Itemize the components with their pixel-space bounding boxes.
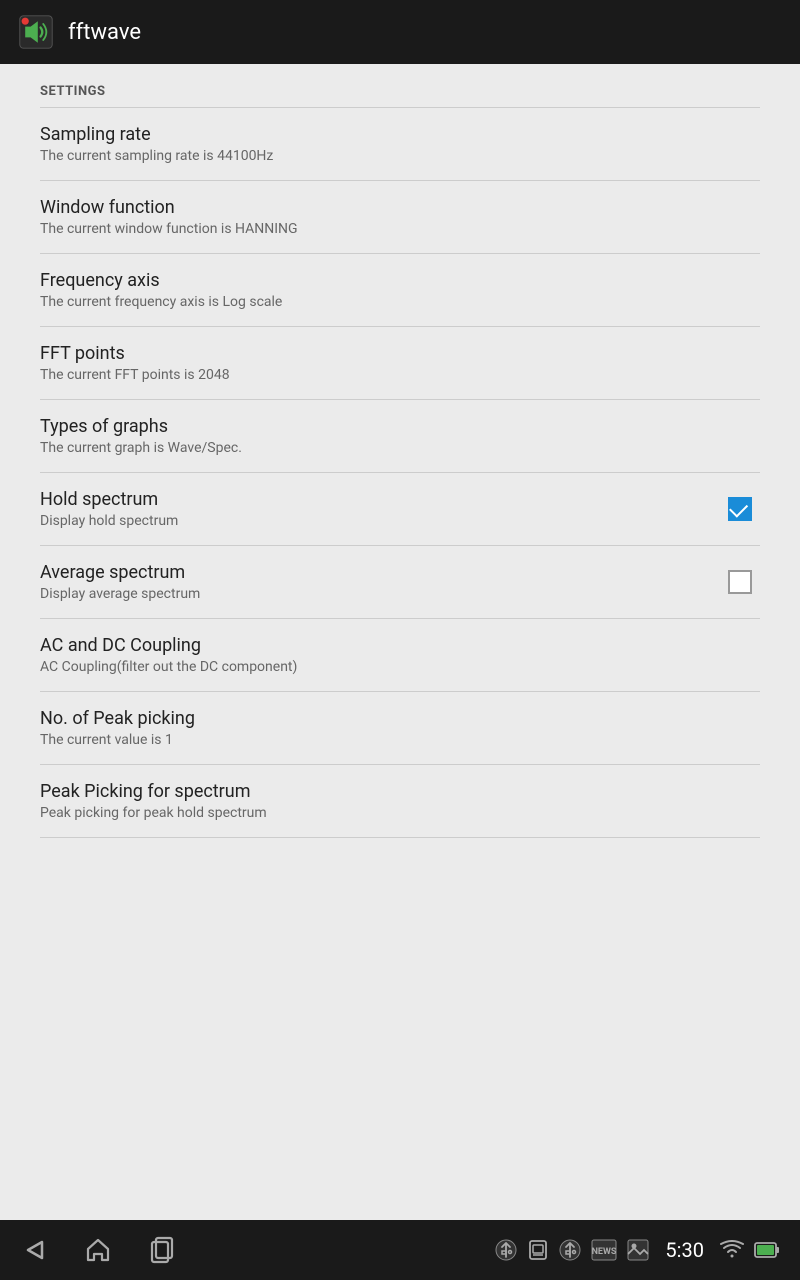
setting-text-frequency-axis: Frequency axis The current frequency axis… <box>40 270 760 310</box>
usb2-icon <box>559 1239 581 1261</box>
settings-header: SETTINGS <box>0 64 800 107</box>
recents-button[interactable] <box>148 1236 176 1264</box>
settings-content: SETTINGS Sampling rate The current sampli… <box>0 64 800 1220</box>
setting-item-average-spectrum[interactable]: Average spectrum Display average spectrum <box>0 546 800 618</box>
setting-title-frequency-axis: Frequency axis <box>40 270 760 291</box>
setting-title-average-spectrum: Average spectrum <box>40 562 720 583</box>
setting-text-ac-dc-coupling: AC and DC Coupling AC Coupling(filter out… <box>40 635 760 675</box>
setting-subtitle-peak-picking-no: The current value is 1 <box>40 732 760 748</box>
setting-title-fft-points: FFT points <box>40 343 760 364</box>
setting-title-peak-picking-spectrum: Peak Picking for spectrum <box>40 781 760 802</box>
news-icon: NEWS <box>591 1239 617 1261</box>
setting-item-window-function[interactable]: Window function The current window functi… <box>0 181 800 253</box>
setting-item-ac-dc-coupling[interactable]: AC and DC Coupling AC Coupling(filter out… <box>0 619 800 691</box>
back-button[interactable] <box>20 1236 48 1264</box>
setting-control-hold-spectrum[interactable] <box>720 489 760 529</box>
setting-item-hold-spectrum[interactable]: Hold spectrum Display hold spectrum <box>0 473 800 545</box>
svg-text:NEWS: NEWS <box>592 1247 617 1257</box>
wifi-icon <box>720 1240 744 1260</box>
checkbox-average-spectrum[interactable] <box>728 570 752 594</box>
setting-subtitle-frequency-axis: The current frequency axis is Log scale <box>40 294 760 310</box>
setting-title-hold-spectrum: Hold spectrum <box>40 489 720 510</box>
app-bar: fftwave <box>0 0 800 64</box>
battery-icon <box>754 1239 780 1261</box>
setting-subtitle-peak-picking-spectrum: Peak picking for peak hold spectrum <box>40 805 760 821</box>
sim-icon <box>527 1239 549 1261</box>
home-button[interactable] <box>84 1236 112 1264</box>
setting-subtitle-fft-points: The current FFT points is 2048 <box>40 367 760 383</box>
setting-item-fft-points[interactable]: FFT points The current FFT points is 2048 <box>0 327 800 399</box>
setting-text-window-function: Window function The current window functi… <box>40 197 760 237</box>
setting-item-sampling-rate[interactable]: Sampling rate The current sampling rate i… <box>0 108 800 180</box>
setting-text-fft-points: FFT points The current FFT points is 2048 <box>40 343 760 383</box>
setting-title-sampling-rate: Sampling rate <box>40 124 760 145</box>
setting-item-types-of-graphs[interactable]: Types of graphs The current graph is Wave… <box>0 400 800 472</box>
setting-subtitle-sampling-rate: The current sampling rate is 44100Hz <box>40 148 760 164</box>
setting-subtitle-types-of-graphs: The current graph is Wave/Spec. <box>40 440 760 456</box>
nav-bar: NEWS 5:30 <box>0 1220 800 1280</box>
checkbox-hold-spectrum[interactable] <box>728 497 752 521</box>
setting-item-peak-picking-no[interactable]: No. of Peak picking The current value is … <box>0 692 800 764</box>
usb-icon <box>495 1239 517 1261</box>
setting-text-peak-picking-spectrum: Peak Picking for spectrum Peak picking fo… <box>40 781 760 821</box>
setting-subtitle-hold-spectrum: Display hold spectrum <box>40 513 720 529</box>
setting-text-types-of-graphs: Types of graphs The current graph is Wave… <box>40 416 760 456</box>
setting-item-frequency-axis[interactable]: Frequency axis The current frequency axis… <box>0 254 800 326</box>
setting-item-peak-picking-spectrum[interactable]: Peak Picking for spectrum Peak picking fo… <box>0 765 800 837</box>
setting-title-window-function: Window function <box>40 197 760 218</box>
setting-subtitle-average-spectrum: Display average spectrum <box>40 586 720 602</box>
setting-title-peak-picking-no: No. of Peak picking <box>40 708 760 729</box>
setting-subtitle-ac-dc-coupling: AC Coupling(filter out the DC component) <box>40 659 760 675</box>
settings-list: Sampling rate The current sampling rate i… <box>0 108 800 838</box>
setting-title-types-of-graphs: Types of graphs <box>40 416 760 437</box>
image-icon <box>627 1239 649 1261</box>
app-icon <box>16 12 56 52</box>
setting-title-ac-dc-coupling: AC and DC Coupling <box>40 635 760 656</box>
setting-text-average-spectrum: Average spectrum Display average spectrum <box>40 562 720 602</box>
setting-subtitle-window-function: The current window function is HANNING <box>40 221 760 237</box>
final-divider <box>40 837 760 838</box>
nav-left-controls <box>20 1236 176 1264</box>
nav-right-status: NEWS 5:30 <box>495 1238 780 1262</box>
setting-text-peak-picking-no: No. of Peak picking The current value is … <box>40 708 760 748</box>
status-time: 5:30 <box>665 1238 704 1262</box>
setting-text-hold-spectrum: Hold spectrum Display hold spectrum <box>40 489 720 529</box>
app-title: fftwave <box>68 20 141 45</box>
setting-text-sampling-rate: Sampling rate The current sampling rate i… <box>40 124 760 164</box>
setting-control-average-spectrum[interactable] <box>720 562 760 602</box>
